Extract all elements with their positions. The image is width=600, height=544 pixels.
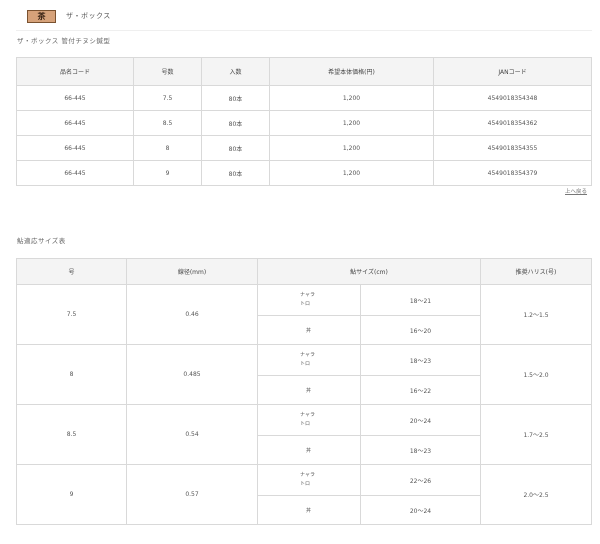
cell-quantity: 80本 (201, 160, 270, 186)
cell-jan: 4549018354379 (433, 160, 592, 186)
cell-harisu: 1.2～1.5 (480, 284, 592, 345)
table-row: 7.5 0.46 ナャラ トロ 18～21 1.2～1.5 (16, 284, 592, 345)
cell-ayu-size: 20～24 (360, 404, 481, 436)
cell-type: ナャラ トロ (257, 344, 361, 376)
cell-harisu: 1.7～2.5 (480, 404, 592, 465)
cell-product-code: 66-445 (16, 135, 134, 161)
size-table-header-row: 号 線径(mm) 鮎サイズ(cm) 推奨ハリス(号) (16, 258, 592, 285)
col-header-quantity: 入数 (201, 57, 270, 86)
cell-jan: 4549018354355 (433, 135, 592, 161)
col-header-product-code: 品名コード (16, 57, 134, 86)
cell-diameter: 0.54 (126, 404, 258, 465)
type-label: ナャラ (300, 472, 316, 478)
table-row: 8.5 0.54 ナャラ トロ 20～24 1.7～2.5 (16, 404, 592, 465)
spec-section-title: ザ・ボックス 管付チヌシ鍼型 (17, 37, 111, 45)
cell-ayu-size: 18～21 (360, 284, 481, 316)
cell-ayu-size: 16～22 (360, 375, 481, 405)
col-header-size: 号数 (133, 57, 202, 86)
cell-price: 1,200 (269, 85, 434, 111)
cell-product-code: 66-445 (16, 85, 134, 111)
cell-ayu-size: 20～24 (360, 495, 481, 525)
type-label: トロ (300, 361, 311, 367)
cell-size: 9 (133, 160, 202, 186)
cell-price: 1,200 (269, 160, 434, 186)
cell-quantity: 80本 (201, 135, 270, 161)
page: 茶 ザ・ボックス ザ・ボックス 管付チヌシ鍼型 品名コード 号数 入数 希望本体… (0, 0, 600, 544)
header-divider (16, 30, 592, 31)
table-row: 66-445 7.5 80本 1,200 4549018354348 (16, 85, 592, 111)
cell-size: 7.5 (133, 85, 202, 111)
type-label: トロ (300, 301, 311, 307)
table-row: 8 0.485 ナャラ トロ 18～23 1.5～2.0 (16, 344, 592, 405)
col-header-gou: 号 (16, 258, 127, 285)
table-row: 66-445 8 80本 1,200 4549018354355 (16, 135, 592, 161)
cell-ayu-size: 16～20 (360, 315, 481, 345)
cell-price: 1,200 (269, 110, 434, 136)
cell-ayu-size: 22～26 (360, 464, 481, 496)
back-to-top-link[interactable]: 上へ戻る (565, 187, 587, 195)
cell-type: ナャラ トロ (257, 284, 361, 316)
type-label: ナャラ (300, 412, 316, 418)
cell-product-code: 66-445 (16, 160, 134, 186)
cell-type: 丼 (257, 435, 361, 465)
cell-type: ナャラ トロ (257, 404, 361, 436)
col-header-price: 希望本体価格(円) (269, 57, 434, 86)
table-row: 9 0.57 ナャラ トロ 22～26 2.0～2.5 (16, 464, 592, 525)
col-header-diameter: 線径(mm) (126, 258, 258, 285)
cell-size: 8.5 (133, 110, 202, 136)
cell-type: 丼 (257, 495, 361, 525)
size-chart-table: 号 線径(mm) 鮎サイズ(cm) 推奨ハリス(号) 7.5 0.46 ナャラ … (16, 258, 592, 525)
cell-gou: 8.5 (16, 404, 127, 465)
type-label: ナャラ (300, 352, 316, 358)
cell-type: ナャラ トロ (257, 464, 361, 496)
cell-diameter: 0.57 (126, 464, 258, 525)
cell-harisu: 2.0～2.5 (480, 464, 592, 525)
type-label: ナャラ (300, 292, 316, 298)
product-title: ザ・ボックス (66, 12, 111, 20)
cell-ayu-size: 18～23 (360, 435, 481, 465)
cell-diameter: 0.46 (126, 284, 258, 345)
cell-harisu: 1.5～2.0 (480, 344, 592, 405)
size-chart-title: 鮎適応サイズ表 (17, 237, 66, 245)
color-badge: 茶 (27, 9, 56, 23)
cell-jan: 4549018354362 (433, 110, 592, 136)
cell-gou: 7.5 (16, 284, 127, 345)
product-header: 茶 ザ・ボックス (27, 9, 111, 23)
col-header-harisu: 推奨ハリス(号) (480, 258, 592, 285)
cell-size: 8 (133, 135, 202, 161)
cell-ayu-size: 18～23 (360, 344, 481, 376)
cell-product-code: 66-445 (16, 110, 134, 136)
cell-gou: 8 (16, 344, 127, 405)
spec-table-header-row: 品名コード 号数 入数 希望本体価格(円) JANコード (16, 57, 592, 86)
cell-price: 1,200 (269, 135, 434, 161)
spec-table: 品名コード 号数 入数 希望本体価格(円) JANコード 66-445 7.5 … (16, 57, 592, 186)
table-row: 66-445 8.5 80本 1,200 4549018354362 (16, 110, 592, 136)
col-header-jan: JANコード (433, 57, 592, 86)
cell-type: 丼 (257, 315, 361, 345)
type-label: トロ (300, 481, 311, 487)
cell-quantity: 80本 (201, 110, 270, 136)
cell-diameter: 0.485 (126, 344, 258, 405)
type-label: トロ (300, 421, 311, 427)
cell-quantity: 80本 (201, 85, 270, 111)
col-header-ayu-size: 鮎サイズ(cm) (257, 258, 481, 285)
cell-type: 丼 (257, 375, 361, 405)
table-row: 66-445 9 80本 1,200 4549018354379 (16, 160, 592, 186)
cell-gou: 9 (16, 464, 127, 525)
cell-jan: 4549018354348 (433, 85, 592, 111)
